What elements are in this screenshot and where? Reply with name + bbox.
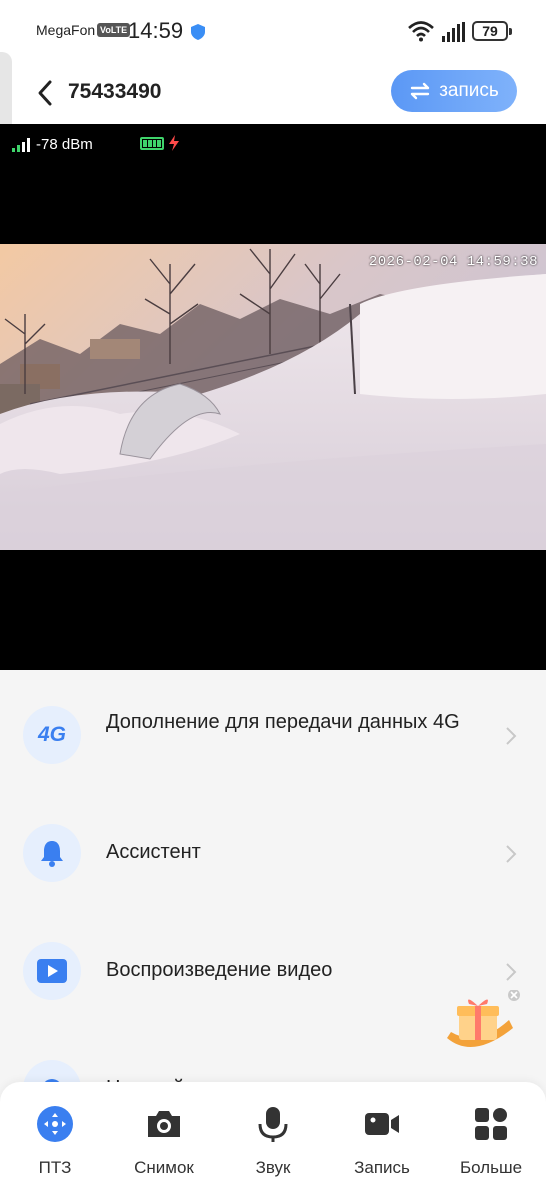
list-item-label: Воспроизведение видео bbox=[106, 959, 333, 981]
status-time: 14:59 bbox=[128, 18, 184, 43]
list-item-4g-addon[interactable]: 4G Дополнение для передачи данных 4G bbox=[0, 706, 546, 806]
cell-signal-icon bbox=[442, 22, 465, 42]
signal-bars-icon bbox=[12, 137, 30, 152]
signal-strength: -78 dBm bbox=[36, 136, 93, 153]
video-timestamp: 2026-02-04 14:59:38 bbox=[368, 254, 538, 270]
status-bar: MegaFon VoLTE 14:59 79 bbox=[0, 0, 546, 62]
ptz-icon bbox=[37, 1106, 73, 1142]
camera-battery-icon bbox=[140, 137, 164, 150]
chevron-right-icon bbox=[506, 727, 517, 745]
video-record-icon bbox=[365, 1113, 399, 1135]
play-video-icon bbox=[23, 942, 81, 1000]
swap-arrows-icon bbox=[411, 82, 430, 100]
carrier-name: MegaFon bbox=[36, 22, 96, 38]
snow-scene-image bbox=[0, 244, 546, 550]
grid-more-icon bbox=[475, 1108, 507, 1140]
app-header: 75433490 запись bbox=[0, 62, 546, 124]
record-button-label: запись bbox=[439, 80, 499, 101]
charging-bolt-icon bbox=[169, 135, 179, 151]
bell-icon bbox=[23, 824, 81, 882]
microphone-icon bbox=[258, 1107, 288, 1142]
wifi-icon bbox=[408, 21, 434, 42]
battery-indicator: 79 bbox=[472, 21, 512, 41]
toolbar-snapshot[interactable]: Снимок bbox=[119, 1104, 209, 1178]
gift-box-icon bbox=[447, 989, 520, 1047]
gift-promo[interactable] bbox=[443, 989, 523, 1060]
camera-icon bbox=[148, 1111, 180, 1137]
camera-video-feed[interactable]: -78 dBm 2026-02-04 14:59:38 bbox=[0, 124, 546, 670]
4g-icon: 4G bbox=[23, 706, 81, 764]
bottom-toolbar: ПТЗ Снимок Звук Запись Больше bbox=[0, 1082, 546, 1200]
chevron-right-icon bbox=[506, 963, 517, 981]
toolbar-ptz[interactable]: ПТЗ bbox=[10, 1104, 100, 1178]
list-item-label: Ассистент bbox=[106, 841, 201, 863]
shield-icon bbox=[191, 24, 205, 40]
toolbar-sound[interactable]: Звук bbox=[228, 1104, 318, 1178]
list-item-label: Дополнение для передачи данных 4G bbox=[106, 711, 460, 733]
toolbar-record[interactable]: Запись bbox=[337, 1104, 427, 1178]
list-item-assistant[interactable]: Ассистент bbox=[0, 824, 546, 924]
chevron-right-icon bbox=[506, 845, 517, 863]
device-title: 75433490 bbox=[68, 80, 162, 103]
back-arrow-icon[interactable] bbox=[34, 78, 56, 108]
toolbar-more[interactable]: Больше bbox=[446, 1104, 536, 1178]
record-button[interactable]: запись bbox=[391, 70, 517, 112]
volte-badge: VoLTE bbox=[97, 23, 131, 37]
video-signal-status: -78 dBm bbox=[12, 136, 93, 153]
